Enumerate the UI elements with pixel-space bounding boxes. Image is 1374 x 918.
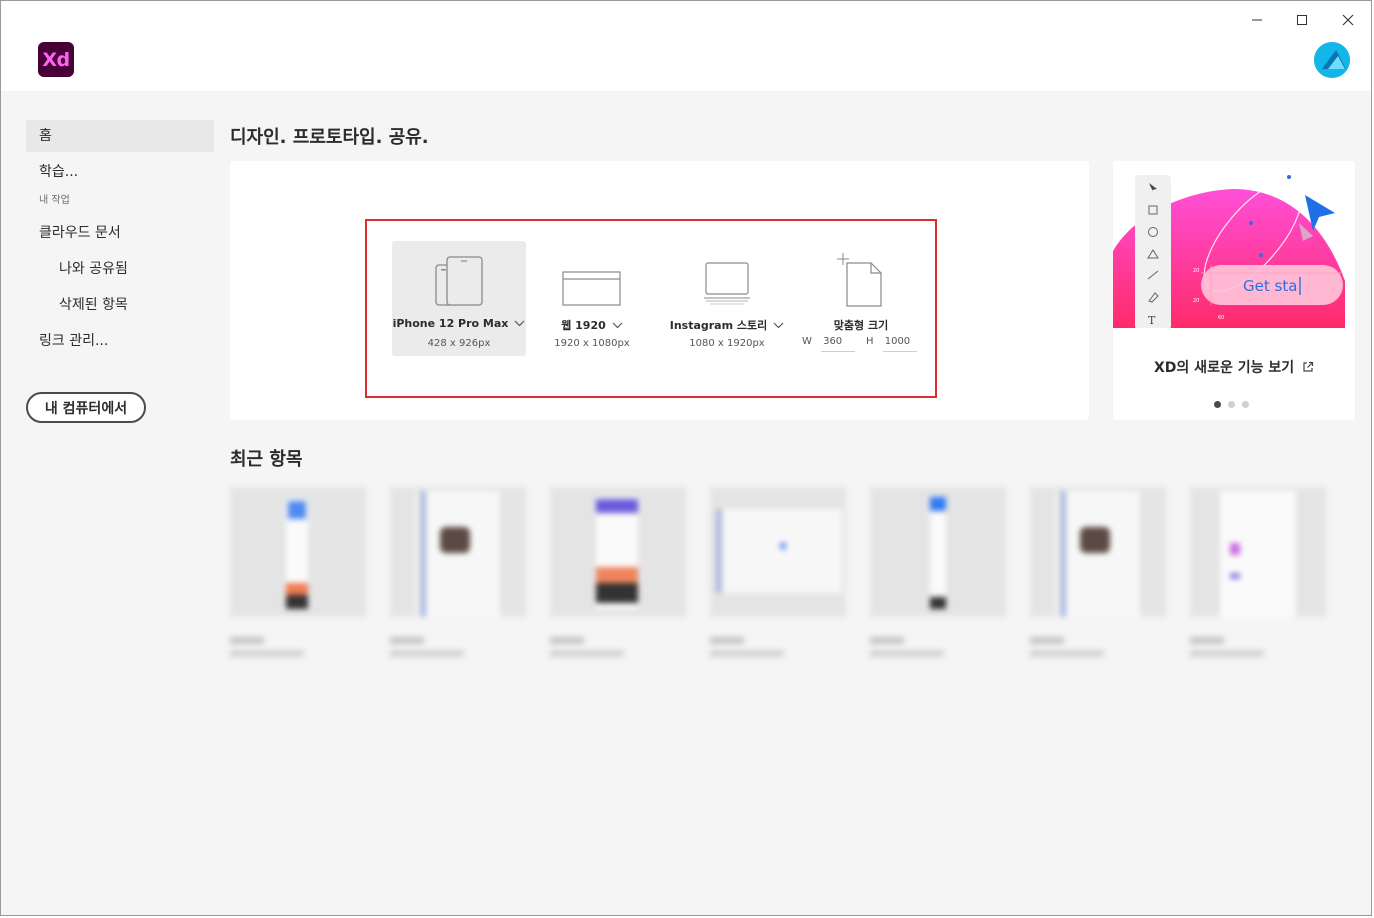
preset-size: 1920 x 1080px bbox=[554, 338, 630, 349]
recent-item[interactable] bbox=[390, 487, 526, 657]
thumbnail bbox=[550, 487, 686, 617]
avatar-icon bbox=[1314, 42, 1350, 78]
recent-item[interactable] bbox=[710, 487, 846, 657]
user-avatar[interactable] bbox=[1314, 42, 1350, 78]
preset-instagram-story[interactable]: Instagram 스토리 1080 x 1920px bbox=[665, 241, 789, 356]
recent-item[interactable] bbox=[1190, 487, 1326, 657]
svg-text:20: 20 bbox=[1193, 298, 1199, 304]
minimize-icon bbox=[1252, 19, 1262, 21]
thumbnail bbox=[1190, 487, 1326, 617]
thumbnail bbox=[230, 487, 366, 617]
open-from-computer-button[interactable]: 내 컴퓨터에서 bbox=[26, 392, 146, 423]
preset-label: 웹 1920 bbox=[561, 319, 606, 332]
thumbnail bbox=[390, 487, 526, 617]
thumbnail bbox=[710, 487, 846, 617]
preset-label: iPhone 12 Pro Max bbox=[392, 317, 509, 330]
preset-size: 428 x 926px bbox=[427, 338, 491, 349]
page-title: 디자인. 프로토타입. 공유. bbox=[230, 127, 429, 148]
width-input[interactable]: 360 bbox=[821, 336, 856, 352]
preset-web[interactable]: 웹 1920 1920 x 1080px bbox=[529, 241, 655, 356]
preset-size: 1080 x 1920px bbox=[689, 338, 765, 349]
app-window: Xd 홈 학습... 내 작업 클라우드 문서 나와 공유됨 삭제된 항목 링크… bbox=[0, 0, 1372, 916]
maximize-icon bbox=[1297, 15, 1307, 25]
whats-new-card[interactable]: T 20 20 60 Get sta XD의 새로운 기능 보기 bbox=[1113, 161, 1355, 420]
custom-document-icon bbox=[837, 253, 882, 307]
sidebar-item-learn[interactable]: 학습... bbox=[26, 156, 214, 188]
width-label: W bbox=[802, 336, 812, 347]
thumbnail bbox=[870, 487, 1006, 617]
promo-title: XD의 새로운 기능 보기 bbox=[1154, 360, 1295, 376]
sidebar-section-my-work: 내 작업 bbox=[39, 195, 70, 206]
chevron-down-icon[interactable] bbox=[514, 320, 525, 327]
height-row: H 1000 bbox=[866, 336, 917, 352]
close-button[interactable] bbox=[1330, 9, 1366, 31]
thumbnail bbox=[1030, 487, 1166, 617]
xd-logo: Xd bbox=[38, 42, 74, 77]
preset-iphone[interactable]: iPhone 12 Pro Max 428 x 926px bbox=[392, 241, 526, 356]
minimize-button[interactable] bbox=[1239, 9, 1275, 31]
close-icon bbox=[1342, 14, 1354, 26]
promo-button-text: Get sta bbox=[1243, 277, 1297, 295]
phone-tablet-icon bbox=[435, 256, 483, 306]
recent-item[interactable] bbox=[1030, 487, 1166, 657]
svg-text:T: T bbox=[1148, 314, 1156, 327]
chevron-down-icon[interactable] bbox=[773, 322, 784, 329]
height-label: H bbox=[866, 336, 874, 347]
sidebar: 홈 학습... 내 작업 클라우드 문서 나와 공유됨 삭제된 항목 링크 관리… bbox=[26, 120, 214, 357]
svg-text:60: 60 bbox=[1218, 315, 1224, 321]
recent-heading: 최근 항목 bbox=[230, 449, 303, 470]
width-row: W 360 bbox=[802, 336, 856, 352]
external-link-icon bbox=[1303, 361, 1314, 372]
recent-item[interactable] bbox=[870, 487, 1006, 657]
sidebar-item-home[interactable]: 홈 bbox=[26, 120, 214, 152]
browser-window-icon bbox=[562, 271, 621, 306]
chevron-down-icon[interactable] bbox=[612, 322, 623, 329]
preset-label: Instagram 스토리 bbox=[669, 319, 768, 332]
carousel-dot[interactable] bbox=[1242, 401, 1249, 408]
recent-item[interactable] bbox=[230, 487, 366, 657]
sidebar-item-deleted[interactable]: 삭제된 항목 bbox=[26, 289, 214, 321]
title-bar: Xd bbox=[1, 1, 1371, 91]
sidebar-item-shared-with-me[interactable]: 나와 공유됨 bbox=[26, 253, 214, 285]
recent-item[interactable] bbox=[550, 487, 686, 657]
carousel-dot[interactable] bbox=[1214, 401, 1221, 408]
sidebar-item-manage-links[interactable]: 링크 관리... bbox=[26, 325, 214, 357]
instagram-story-icon bbox=[704, 262, 750, 305]
recent-items-list bbox=[230, 487, 1330, 687]
height-input[interactable]: 1000 bbox=[882, 336, 917, 352]
carousel-dot[interactable] bbox=[1228, 401, 1235, 408]
sidebar-item-cloud-documents[interactable]: 클라우드 문서 bbox=[26, 217, 214, 249]
svg-text:20: 20 bbox=[1193, 268, 1199, 274]
promo-illustration: T 20 20 60 Get sta bbox=[1113, 161, 1355, 328]
maximize-button[interactable] bbox=[1284, 9, 1320, 31]
carousel-dots bbox=[1214, 401, 1249, 408]
custom-size-label: 맞춤형 크기 bbox=[833, 319, 889, 332]
